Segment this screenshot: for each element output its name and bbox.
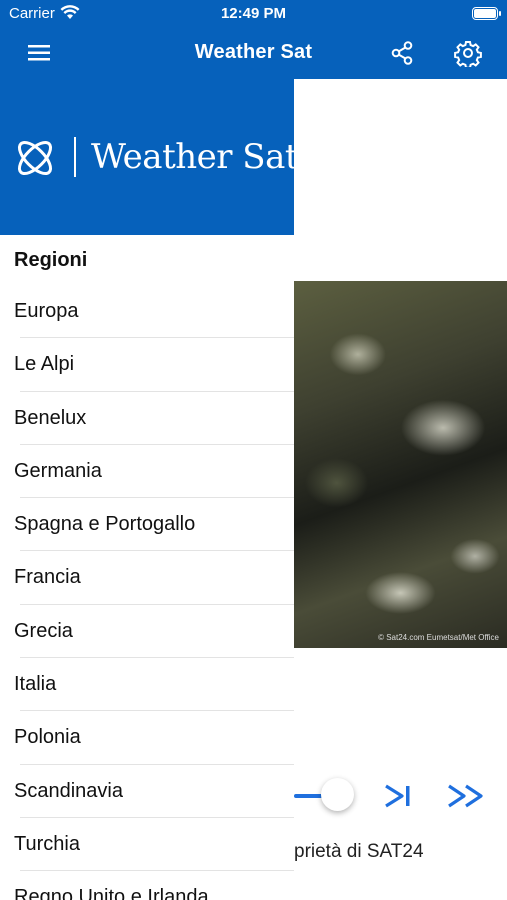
- skip-next-icon[interactable]: [383, 784, 413, 808]
- region-item-italia[interactable]: Italia: [0, 658, 294, 712]
- region-item-europa[interactable]: Europa: [0, 285, 294, 339]
- side-drawer: Weather Sat Regioni Europa Le Alpi Benel…: [0, 79, 294, 900]
- page-title: Weather Sat: [194, 41, 313, 63]
- regions-section-title: Regioni: [14, 249, 88, 271]
- copyright-text: prietà di SAT24: [294, 841, 424, 862]
- logo-text: Weather Sat: [91, 137, 294, 177]
- region-item-scandinavia[interactable]: Scandinavia: [0, 765, 294, 819]
- logo-divider: [74, 137, 76, 177]
- region-item-benelux[interactable]: Benelux: [0, 392, 294, 446]
- share-icon[interactable]: [388, 39, 416, 67]
- regions-list: Europa Le Alpi Benelux Germania Spagna e…: [0, 285, 294, 900]
- region-item-le-alpi[interactable]: Le Alpi: [0, 338, 294, 392]
- timeline-slider-thumb[interactable]: [321, 778, 354, 811]
- gear-icon[interactable]: [454, 39, 482, 67]
- fast-forward-icon[interactable]: [446, 784, 486, 808]
- battery-icon: [472, 7, 501, 20]
- region-item-francia[interactable]: Francia: [0, 551, 294, 606]
- satellite-image[interactable]: © Sat24.com Eumetsat/Met Office: [294, 281, 507, 648]
- region-item-grecia[interactable]: Grecia: [0, 605, 294, 659]
- clock: 12:49 PM: [220, 5, 287, 22]
- region-item-polonia[interactable]: Polonia: [0, 711, 294, 765]
- image-credit: © Sat24.com Eumetsat/Met Office: [378, 633, 499, 642]
- region-item-turchia[interactable]: Turchia: [0, 818, 294, 872]
- region-item-spagna-portogallo[interactable]: Spagna e Portogallo: [0, 498, 294, 552]
- weather-sat-logo-icon: [17, 140, 53, 176]
- region-item-germania[interactable]: Germania: [0, 445, 294, 499]
- status-bar: Carrier 12:49 PM: [0, 0, 507, 28]
- navigation-bar: Weather Sat: [0, 28, 507, 79]
- drawer-header: Weather Sat: [0, 79, 294, 235]
- region-item-regno-unito-irlanda[interactable]: Regno Unito e Irlanda: [0, 871, 294, 900]
- timeline-slider-track[interactable]: [294, 794, 324, 798]
